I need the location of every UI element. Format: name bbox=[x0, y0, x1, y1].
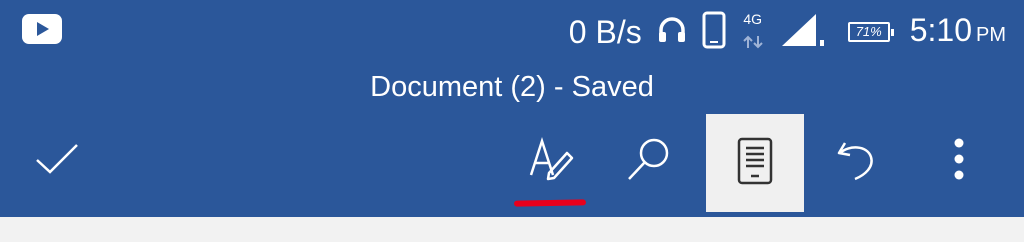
document-canvas[interactable] bbox=[0, 217, 1024, 242]
more-options-button[interactable] bbox=[910, 112, 1008, 210]
data-arrows-icon bbox=[743, 35, 763, 49]
status-bar: 0 B/s 4G 71% 5:10 PM bbox=[0, 0, 1024, 64]
battery-indicator: 71% bbox=[847, 22, 894, 42]
checkmark-icon bbox=[33, 141, 81, 182]
draw-pen-icon bbox=[527, 135, 575, 188]
status-clock: 5:10 PM bbox=[910, 8, 1006, 57]
app-bar: 0 B/s 4G 71% 5:10 PM Document (2) - Save… bbox=[0, 0, 1024, 217]
status-indicators: 0 B/s 4G 71% 5:10 PM bbox=[569, 10, 1006, 54]
more-vertical-icon bbox=[953, 137, 965, 186]
find-button[interactable] bbox=[600, 112, 698, 210]
signal-icon bbox=[780, 12, 826, 53]
headphones-icon bbox=[656, 14, 688, 51]
mobile-view-button[interactable] bbox=[706, 114, 804, 212]
battery-percent: 71% bbox=[855, 24, 882, 39]
phone-icon bbox=[702, 11, 726, 54]
youtube-icon[interactable] bbox=[22, 14, 62, 49]
search-icon bbox=[625, 135, 673, 188]
draw-button[interactable] bbox=[502, 112, 600, 210]
network-speed: 0 B/s bbox=[568, 14, 642, 50]
network-type-indicator: 4G bbox=[740, 12, 766, 52]
undo-button[interactable] bbox=[808, 112, 906, 210]
network-type-label: 4G bbox=[743, 11, 763, 27]
document-title: Document (2) - Saved bbox=[370, 71, 654, 103]
annotation-underline bbox=[513, 199, 587, 207]
clock-ampm: PM bbox=[976, 23, 1006, 46]
ribbon-toolbar bbox=[0, 112, 1024, 212]
done-button[interactable] bbox=[8, 112, 106, 210]
mobile-view-icon bbox=[736, 136, 774, 191]
clock-time: 5:10 bbox=[909, 11, 972, 48]
undo-icon bbox=[833, 135, 881, 188]
